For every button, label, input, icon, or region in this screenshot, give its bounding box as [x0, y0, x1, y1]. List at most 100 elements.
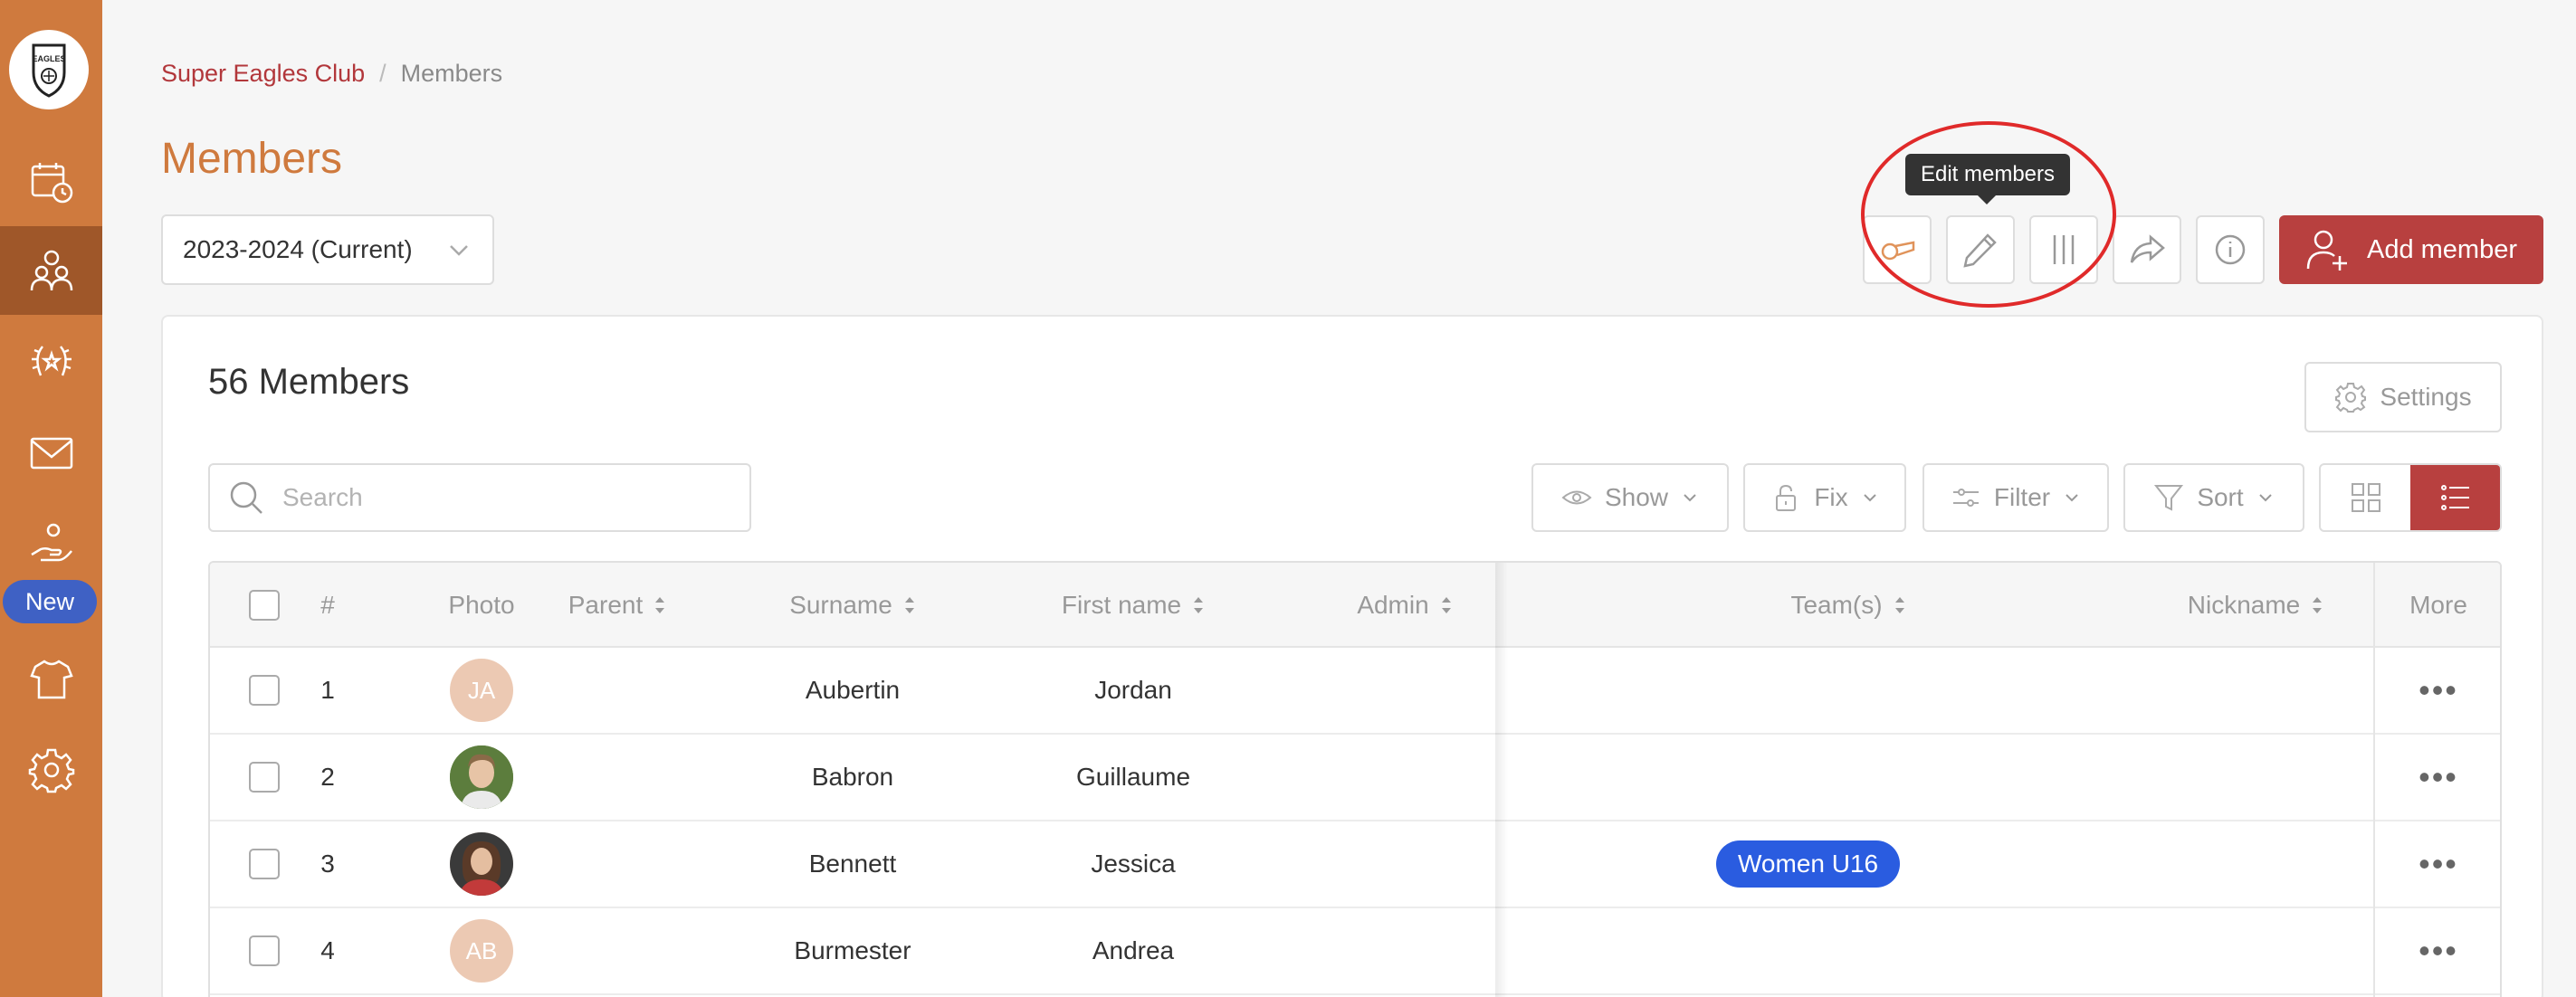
club-logo[interactable]: EAGLES	[9, 30, 89, 109]
table-row[interactable]: 3 Bennett Jessica Women U16 •••	[210, 821, 2500, 908]
header-select-all	[237, 563, 291, 648]
sidebar-item-shop[interactable]	[0, 635, 102, 724]
header-teams[interactable]: Team(s)	[1622, 563, 2075, 648]
grid-view-button[interactable]	[2321, 465, 2410, 530]
sort-arrows-icon	[655, 597, 665, 613]
season-select[interactable]: 2023-2024 (Current)	[161, 214, 494, 285]
share-arrow-icon	[2130, 234, 2165, 263]
laurel-icon	[31, 346, 72, 376]
share-button[interactable]	[2113, 215, 2181, 284]
row-photo: AB	[409, 908, 554, 993]
logo-text: EAGLES	[32, 54, 65, 63]
chevron-down-icon	[1684, 494, 1696, 502]
search-input[interactable]	[282, 483, 717, 512]
fix-label: Fix	[1814, 483, 1848, 511]
highlight-annotation-circle	[1861, 121, 2116, 308]
more-dots-icon: •••	[2419, 845, 2458, 882]
sidebar-item-messages[interactable]	[0, 409, 102, 498]
breadcrumb-club-link[interactable]: Super Eagles Club	[161, 60, 365, 88]
gear-icon	[28, 748, 74, 793]
person-photo-icon	[450, 745, 513, 809]
row-more-menu[interactable]: •••	[2375, 648, 2500, 733]
row-surname: Aubertin	[805, 676, 901, 704]
members-icon	[30, 250, 72, 291]
avatar: JA	[450, 659, 513, 722]
header-firstname-label: First name	[1061, 591, 1182, 619]
row-firstname: Guillaume	[1075, 763, 1191, 791]
sort-arrows-icon	[1194, 597, 1204, 613]
sidebar-item-calendar[interactable]	[0, 138, 102, 226]
more-dots-icon: •••	[2419, 671, 2458, 708]
header-firstname[interactable]: First name	[997, 563, 1269, 648]
header-photo: Photo	[409, 563, 554, 648]
header-parent-label: Parent	[568, 591, 644, 619]
row-photo	[409, 735, 554, 820]
chevron-down-icon	[2258, 494, 2272, 502]
members-count-title: 56 Members	[208, 362, 410, 402]
table-row[interactable]: 4 AB Burmester Andrea •••	[210, 908, 2500, 995]
show-label: Show	[1604, 483, 1669, 511]
row-surname: Babron	[811, 763, 894, 791]
sidebar-item-sponsors[interactable]	[0, 499, 102, 588]
row-more-menu[interactable]: •••	[2375, 735, 2500, 820]
row-num: 3	[320, 850, 335, 878]
row-select	[237, 735, 291, 820]
header-admin-label: Admin	[1357, 591, 1429, 619]
sidebar-item-achievements[interactable]	[0, 317, 102, 405]
row-photo	[409, 821, 554, 907]
person-photo-icon	[450, 832, 513, 896]
avatar	[450, 832, 513, 896]
fix-button[interactable]: Fix	[1743, 463, 1906, 532]
filter-label: Filter	[1993, 483, 2051, 511]
header-parent[interactable]: Parent	[536, 563, 699, 648]
avatar	[450, 745, 513, 809]
eye-icon	[1561, 490, 1592, 505]
row-firstname: Jordan	[1094, 676, 1172, 704]
filter-button[interactable]: Filter	[1922, 463, 2109, 532]
row-checkbox[interactable]	[249, 849, 280, 879]
row-checkbox[interactable]	[249, 675, 280, 706]
calendar-icon	[31, 163, 72, 204]
row-more-menu[interactable]: •••	[2375, 821, 2500, 907]
frozen-column-shadow	[1495, 563, 1508, 997]
select-all-checkbox[interactable]	[249, 590, 280, 621]
table-row[interactable]: 2 Babron Guillaume •••	[210, 735, 2500, 821]
breadcrumb-current: Members	[400, 60, 503, 87]
header-admin[interactable]: Admin	[1296, 563, 1513, 648]
header-teams-label: Team(s)	[1790, 591, 1883, 619]
row-teams: Women U16	[1622, 821, 2075, 907]
header-more-label: More	[2409, 591, 2467, 619]
add-member-label: Add member	[2366, 234, 2517, 264]
more-dots-icon: •••	[2419, 932, 2458, 969]
sort-arrows-icon	[2313, 597, 2323, 613]
season-selected-value: 2023-2024 (Current)	[183, 235, 413, 263]
members-card: 56 Members Settings Show Fix Filter	[161, 315, 2543, 997]
view-toggle	[2319, 463, 2502, 532]
team-badge[interactable]: Women U16	[1716, 840, 1901, 888]
sidebar-item-members[interactable]	[0, 226, 102, 315]
add-member-button[interactable]: Add member	[2279, 215, 2543, 284]
more-dots-icon: •••	[2419, 758, 2458, 795]
row-more-menu[interactable]: •••	[2375, 908, 2500, 993]
sort-button[interactable]: Sort	[2123, 463, 2304, 532]
search-box[interactable]	[208, 463, 751, 532]
settings-button[interactable]: Settings	[2304, 362, 2502, 432]
row-checkbox[interactable]	[249, 935, 280, 966]
header-more: More	[2375, 563, 2500, 648]
info-icon	[2215, 234, 2246, 265]
helping-hand-icon	[30, 523, 72, 562]
sort-arrows-icon	[904, 597, 914, 613]
info-button[interactable]	[2196, 215, 2265, 284]
breadcrumb-separator: /	[379, 60, 386, 87]
show-button[interactable]: Show	[1531, 463, 1729, 532]
sort-arrows-icon	[1441, 597, 1451, 613]
row-select	[237, 648, 291, 733]
header-surname-label: Surname	[789, 591, 892, 619]
header-surname[interactable]: Surname	[735, 563, 970, 648]
chevron-down-icon	[2066, 494, 2078, 502]
table-row[interactable]: 1 JA Aubertin Jordan •••	[210, 648, 2500, 735]
row-checkbox[interactable]	[249, 762, 280, 793]
list-view-button[interactable]	[2410, 465, 2500, 530]
sidebar-item-settings[interactable]	[0, 726, 102, 814]
row-photo: JA	[409, 648, 554, 733]
